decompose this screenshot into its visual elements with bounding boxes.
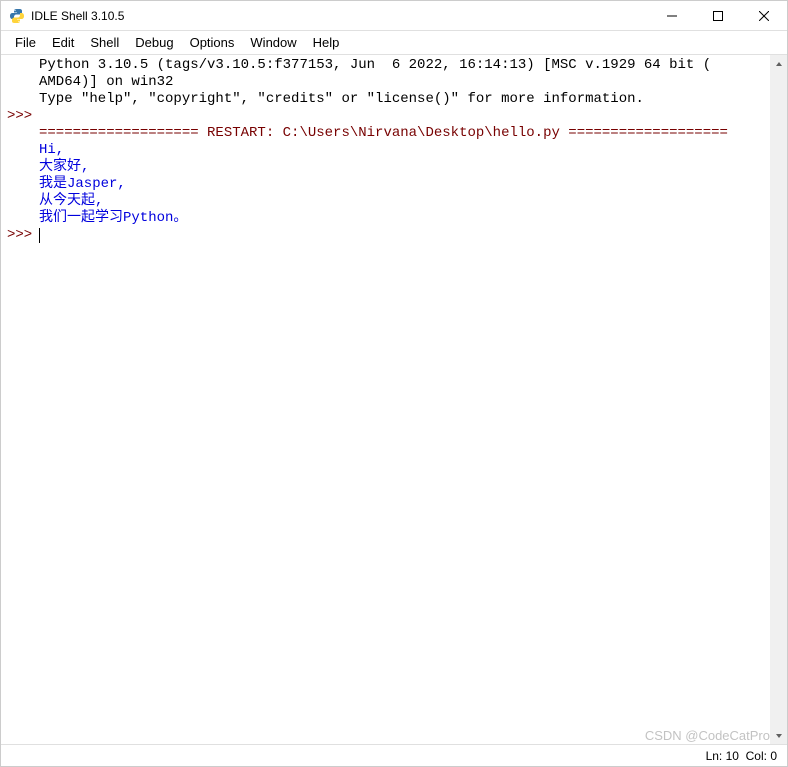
scroll-up-arrow[interactable]: [770, 55, 787, 72]
restart-line: =================== RESTART: C:\Users\Ni…: [39, 125, 728, 141]
minimize-button[interactable]: [649, 1, 695, 30]
statusbar: Ln: 10 Col: 0: [1, 744, 787, 766]
menu-debug[interactable]: Debug: [127, 32, 181, 53]
gutter-blank: [7, 193, 15, 209]
shell-header-line: Type "help", "copyright", "credits" or "…: [39, 91, 644, 107]
vertical-scrollbar[interactable]: [770, 55, 787, 744]
menu-shell[interactable]: Shell: [82, 32, 127, 53]
status-col-label: Col:: [746, 749, 767, 763]
gutter-blank: [7, 210, 15, 226]
gutter-blank: [7, 74, 15, 90]
shell-header-line: AMD64)] on win32: [39, 74, 173, 90]
gutter-blank: [7, 57, 15, 73]
close-button[interactable]: [741, 1, 787, 30]
menu-file[interactable]: File: [7, 32, 44, 53]
titlebar: IDLE Shell 3.10.5: [1, 1, 787, 31]
scroll-down-arrow[interactable]: [770, 727, 787, 744]
gutter-blank: [7, 159, 15, 175]
output-line: 从今天起,: [39, 193, 103, 209]
prompt: >>>: [7, 227, 32, 243]
menu-options[interactable]: Options: [182, 32, 243, 53]
status-ln-label: Ln:: [706, 749, 723, 763]
gutter-blank: [7, 125, 15, 141]
python-icon: [9, 8, 25, 24]
content-area: >>> >>> Python 3.10.5 (tags/v3.10.5:f377…: [1, 55, 787, 744]
output-line: 大家好,: [39, 159, 89, 175]
prompt-gutter: >>> >>>: [1, 55, 35, 744]
idle-window: IDLE Shell 3.10.5 File Edit Shell Debug …: [0, 0, 788, 767]
output-line: 我们一起学习Python。: [39, 210, 187, 226]
shell-editor[interactable]: Python 3.10.5 (tags/v3.10.5:f377153, Jun…: [35, 55, 770, 744]
menubar: File Edit Shell Debug Options Window Hel…: [1, 31, 787, 55]
prompt: >>>: [7, 108, 32, 124]
status-ln-value: 10: [726, 749, 739, 763]
menu-edit[interactable]: Edit: [44, 32, 82, 53]
window-controls: [649, 1, 787, 30]
scroll-track[interactable]: [770, 72, 787, 727]
window-title: IDLE Shell 3.10.5: [31, 9, 649, 23]
maximize-button[interactable]: [695, 1, 741, 30]
gutter-blank: [7, 142, 15, 158]
menu-help[interactable]: Help: [305, 32, 348, 53]
gutter-blank: [7, 176, 15, 192]
menu-window[interactable]: Window: [242, 32, 304, 53]
output-line: 我是Jasper,: [39, 176, 126, 192]
output-line: Hi,: [39, 142, 64, 158]
status-col-value: 0: [770, 749, 777, 763]
text-cursor: [39, 228, 40, 243]
gutter-blank: [7, 91, 15, 107]
shell-header-line: Python 3.10.5 (tags/v3.10.5:f377153, Jun…: [39, 57, 711, 73]
shell-blank-line: [39, 108, 47, 124]
